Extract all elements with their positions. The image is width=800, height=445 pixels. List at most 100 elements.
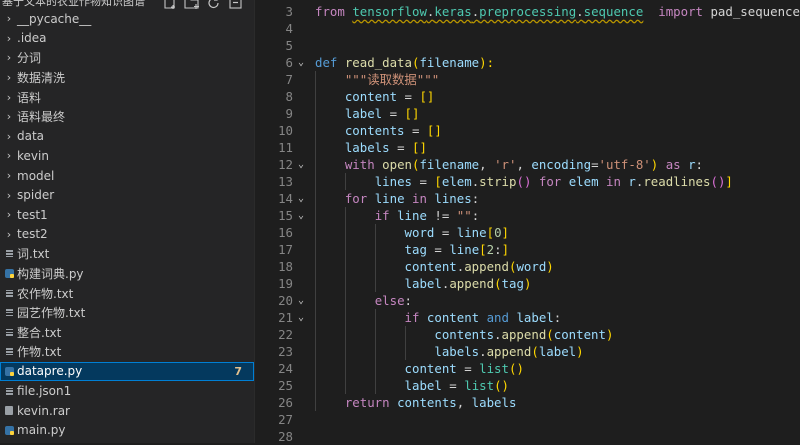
fold-chevron-icon[interactable]: ⌄ bbox=[298, 190, 304, 207]
folder-item[interactable]: › data bbox=[0, 127, 254, 147]
line-number: 21 bbox=[278, 310, 293, 325]
code-text: return contents, labels bbox=[315, 394, 517, 411]
code-token: in bbox=[598, 174, 629, 189]
code-token: r bbox=[688, 157, 696, 172]
tree-item-label: 语料 bbox=[17, 90, 42, 105]
chevron-right-icon[interactable]: › bbox=[4, 228, 14, 241]
code-token: import bbox=[658, 4, 711, 19]
code-line: 12 ⌄ with open(filename, 'r', encoding='u… bbox=[255, 156, 800, 173]
code-token: for bbox=[344, 191, 375, 206]
folder-item[interactable]: › test1 bbox=[0, 205, 254, 225]
code-token: ): bbox=[479, 55, 495, 70]
folder-item[interactable]: › test2 bbox=[0, 225, 254, 245]
chevron-right-icon[interactable]: › bbox=[4, 32, 14, 45]
chevron-right-icon[interactable]: › bbox=[4, 71, 14, 84]
fold-chevron-icon[interactable]: ⌄ bbox=[298, 207, 304, 224]
code-token: = bbox=[412, 174, 435, 189]
code-text: content.append(word) bbox=[315, 258, 554, 275]
file-item[interactable]: 整合.txt bbox=[0, 323, 254, 343]
code-text: if line != "": bbox=[315, 207, 479, 224]
chevron-right-icon[interactable]: › bbox=[4, 169, 14, 182]
tree-item-label: spider bbox=[17, 188, 55, 203]
file-item[interactable]: kevin.rar bbox=[0, 401, 254, 421]
indent-guide bbox=[404, 326, 406, 360]
code-token: = bbox=[441, 378, 465, 393]
code-token: list bbox=[464, 378, 495, 393]
code-line: 25 label = list() bbox=[255, 377, 800, 394]
chevron-right-icon[interactable]: › bbox=[4, 91, 14, 104]
code-line: 3 from tensorflow.keras.preprocessing.seq… bbox=[255, 3, 800, 20]
code-token: readlines bbox=[643, 174, 711, 189]
code-token: line bbox=[374, 191, 405, 206]
code-text: else: bbox=[315, 292, 412, 309]
chevron-right-icon[interactable]: › bbox=[4, 130, 14, 143]
tree-item-label: data bbox=[17, 129, 45, 144]
code-token: label bbox=[538, 344, 577, 359]
folder-item[interactable]: › 语料最终 bbox=[0, 107, 254, 127]
code-token: = bbox=[382, 106, 405, 121]
chevron-right-icon[interactable]: › bbox=[4, 149, 14, 162]
folder-item[interactable]: › model bbox=[0, 166, 254, 186]
chevron-right-icon[interactable]: › bbox=[4, 51, 14, 64]
code-token: """读取数据""" bbox=[344, 72, 440, 87]
folder-item[interactable]: › 语料 bbox=[0, 87, 254, 107]
file-item[interactable]: datapre.py 7 bbox=[0, 361, 254, 382]
code-token: content bbox=[404, 361, 457, 376]
chevron-right-icon[interactable]: › bbox=[4, 12, 14, 25]
file-item[interactable]: 作物.txt bbox=[0, 342, 254, 362]
code-token: , bbox=[516, 157, 532, 172]
code-line: 14 ⌄ for line in lines: bbox=[255, 190, 800, 207]
code-editor[interactable]: 3 from tensorflow.keras.preprocessing.seq… bbox=[255, 0, 800, 444]
code-token: () bbox=[508, 361, 524, 376]
code-line: 22 contents.append(content) bbox=[255, 326, 800, 343]
code-token: list bbox=[479, 361, 509, 376]
code-line: 6 ⌄ def read_data(filename): bbox=[255, 54, 800, 71]
file-item[interactable]: 构建词典.py bbox=[0, 264, 254, 284]
chevron-right-icon[interactable]: › bbox=[4, 208, 14, 221]
chevron-right-icon[interactable]: › bbox=[4, 110, 14, 123]
code-line: 17 tag = line[2:] bbox=[255, 241, 800, 258]
code-token: append bbox=[464, 259, 509, 274]
file-item[interactable]: main.py bbox=[0, 420, 254, 440]
line-number: 8 bbox=[285, 89, 293, 104]
code-line: 23 labels.append(label) bbox=[255, 343, 800, 360]
code-token: lines bbox=[434, 191, 472, 206]
line-number: 20 bbox=[278, 293, 293, 308]
folder-item[interactable]: › .idea bbox=[0, 29, 254, 49]
code-token: 'utf-8' bbox=[598, 157, 651, 172]
file-item[interactable]: 词.txt bbox=[0, 244, 254, 264]
folder-item[interactable]: › 数据清洗 bbox=[0, 68, 254, 88]
folder-item[interactable]: › 分词 bbox=[0, 48, 254, 68]
code-token: . bbox=[479, 344, 487, 359]
folder-item[interactable]: › kevin bbox=[0, 146, 254, 166]
line-number: 9 bbox=[285, 106, 293, 121]
code-token: else bbox=[374, 293, 405, 308]
fold-chevron-icon[interactable]: ⌄ bbox=[298, 156, 304, 173]
fold-chevron-icon[interactable]: ⌄ bbox=[298, 309, 304, 326]
folder-item[interactable]: › spider bbox=[0, 185, 254, 205]
code-token: return bbox=[344, 395, 398, 410]
code-token: encoding bbox=[531, 157, 592, 172]
code-token: [] bbox=[412, 140, 427, 155]
file-item[interactable]: 园艺作物.txt bbox=[0, 303, 254, 323]
code-token: [ bbox=[434, 174, 442, 189]
file-item[interactable]: file.json1 bbox=[0, 381, 254, 401]
indent-guide bbox=[344, 173, 346, 190]
fold-chevron-icon[interactable]: ⌄ bbox=[298, 292, 304, 309]
code-line: 27 bbox=[255, 411, 800, 428]
line-number: 7 bbox=[285, 72, 293, 87]
code-token: = bbox=[456, 361, 480, 376]
code-token: ) bbox=[576, 344, 584, 359]
chevron-right-icon[interactable]: › bbox=[4, 189, 14, 202]
code-line: 10 contents = [] bbox=[255, 122, 800, 139]
line-number: 24 bbox=[278, 361, 293, 376]
code-token: if bbox=[374, 208, 398, 223]
file-item[interactable]: 农作物.txt bbox=[0, 283, 254, 303]
folder-item[interactable]: › __pycache__ bbox=[0, 9, 254, 29]
code-line: 8 content = [] bbox=[255, 88, 800, 105]
fold-chevron-icon[interactable]: ⌄ bbox=[298, 54, 304, 71]
code-token: = bbox=[591, 157, 599, 172]
code-token: tag bbox=[404, 242, 427, 257]
